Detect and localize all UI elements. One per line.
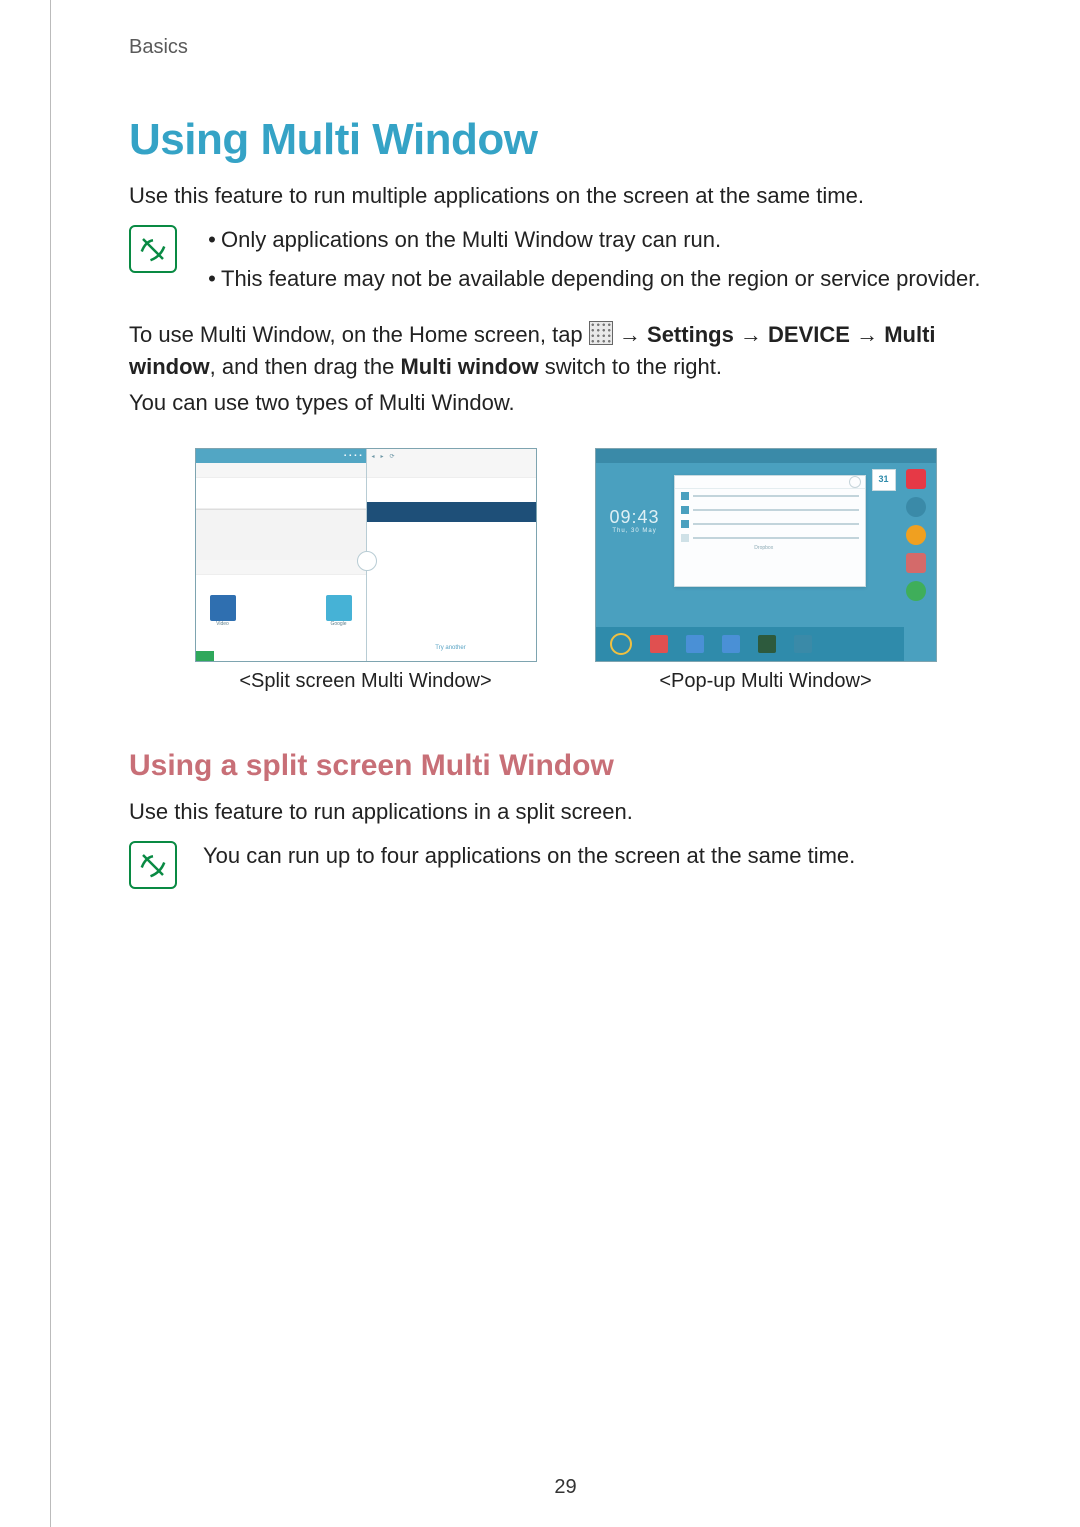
- note-block-1: •Only applications on the Multi Window t…: [129, 223, 1002, 301]
- apps-grid-icon: [589, 321, 613, 345]
- calendar-icon: 31: [872, 469, 896, 491]
- note-block-2: You can run up to four applications on t…: [129, 839, 1002, 889]
- side-icon: [906, 553, 926, 573]
- page-title: Using Multi Window: [129, 115, 1002, 165]
- figures-row: ▪▪▪▪ Video Google ◂▸⟳ Try: [129, 448, 1002, 693]
- figure-popup-caption: <Pop-up Multi Window>: [659, 670, 871, 693]
- note2-text: You can run up to four applications on t…: [203, 843, 855, 868]
- side-icon: [906, 581, 926, 601]
- browser-icon: [906, 525, 926, 545]
- breadcrumb: Basics: [129, 36, 1002, 59]
- sub-intro: Use this feature to run applications in …: [129, 797, 1002, 827]
- page-number: 29: [51, 1476, 1080, 1499]
- note-icon: [129, 841, 177, 889]
- figure-split-caption: <Split screen Multi Window>: [239, 670, 491, 693]
- note-icon: [129, 225, 177, 273]
- side-icon: [906, 469, 926, 489]
- settings-icon: [906, 497, 926, 517]
- note1-item0: Only applications on the Multi Window tr…: [221, 223, 721, 256]
- instruction-text: To use Multi Window, on the Home screen,…: [129, 319, 1002, 383]
- music-icon: [610, 633, 632, 655]
- split-handle-icon: [357, 551, 377, 571]
- note1-item1: This feature may not be available depend…: [221, 262, 980, 295]
- intro-text: Use this feature to run multiple applica…: [129, 181, 1002, 211]
- figure-popup: 09:43 Thu, 30 May 31 Dropbox: [595, 448, 937, 662]
- subheading: Using a split screen Multi Window: [129, 749, 1002, 783]
- types-line: You can use two types of Multi Window.: [129, 388, 1002, 418]
- figure-split-screen: ▪▪▪▪ Video Google ◂▸⟳ Try: [195, 448, 537, 662]
